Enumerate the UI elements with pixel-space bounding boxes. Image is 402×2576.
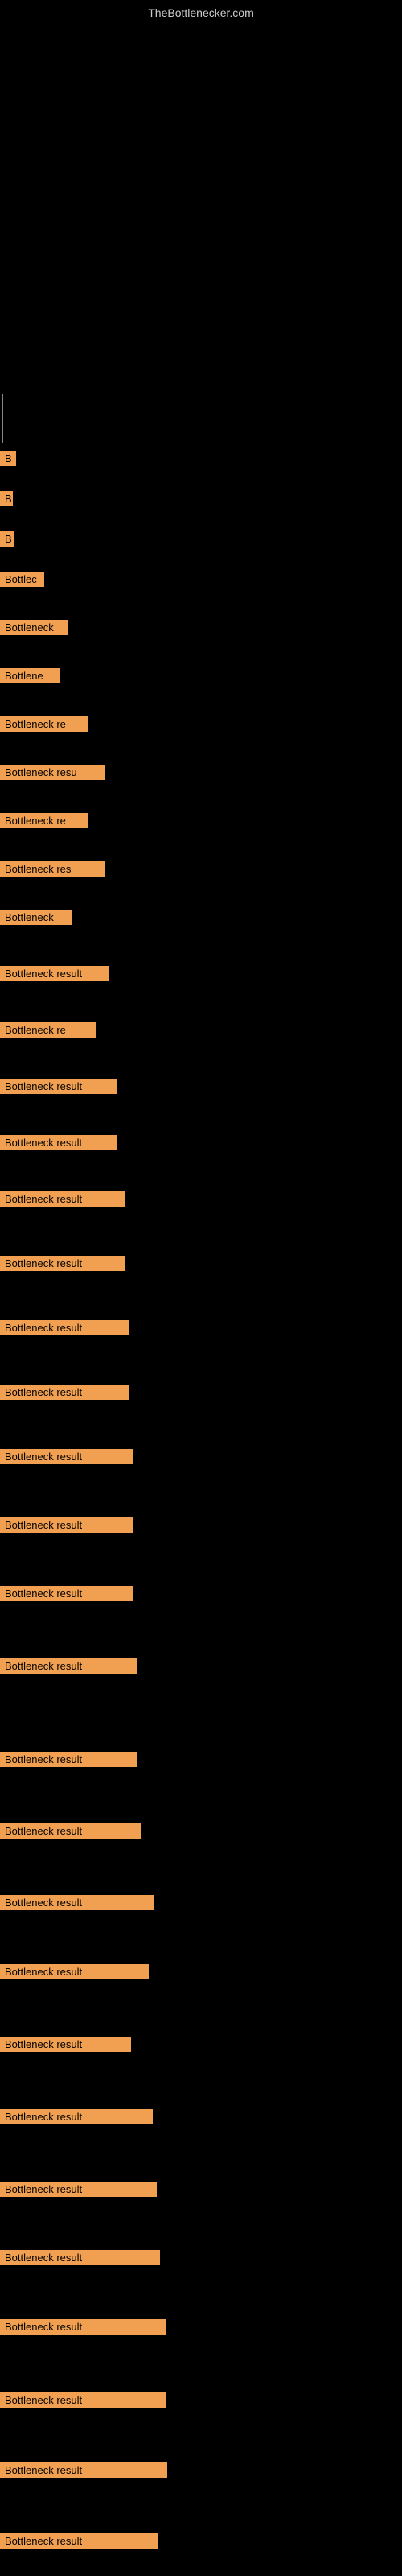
bottleneck-result-item: Bottleneck result [0,1256,125,1271]
bottleneck-result-item: Bottleneck result [0,1449,133,1464]
bottleneck-result-item: Bottlene [0,668,60,683]
bottleneck-result-item: Bottleneck result [0,2037,131,2052]
bottleneck-result-item: Bottleneck result [0,1658,137,1674]
bottleneck-result-item: Bottlec [0,572,44,587]
bottleneck-result-item: Bottleneck [0,910,72,925]
bottleneck-result-item: Bottleneck result [0,1823,141,1839]
bottleneck-result-item: Bottleneck result [0,2182,157,2197]
bottleneck-result-item: Bottleneck re [0,716,88,732]
bottleneck-result-item: B [0,491,13,506]
bottleneck-result-item: Bottleneck res [0,861,105,877]
bottleneck-result-item: Bottleneck result [0,2533,158,2549]
bottleneck-result-item: Bottleneck result [0,1191,125,1207]
bottleneck-result-item: Bottleneck result [0,1752,137,1767]
bottleneck-result-item: B [0,451,16,466]
bottleneck-result-item: Bottleneck result [0,2462,167,2478]
bottleneck-result-item: Bottleneck result [0,1079,117,1094]
bottleneck-result-item: Bottleneck result [0,2109,153,2124]
bottleneck-result-item: Bottleneck [0,620,68,635]
bottleneck-result-item: Bottleneck result [0,1517,133,1533]
bottleneck-result-item: Bottleneck re [0,813,88,828]
site-title: TheBottlenecker.com [148,6,254,19]
bottleneck-result-item: Bottleneck result [0,2250,160,2265]
bottleneck-result-item: Bottleneck result [0,966,109,981]
bottleneck-result-item: Bottleneck re [0,1022,96,1038]
vertical-line [2,394,3,443]
bottleneck-result-item: Bottleneck result [0,1135,117,1150]
bottleneck-result-item: Bottleneck result [0,1586,133,1601]
bottleneck-result-item: Bottleneck result [0,1895,154,1910]
bottleneck-result-item: Bottleneck result [0,2319,166,2334]
bottleneck-result-item: Bottleneck result [0,1964,149,1979]
bottleneck-result-item: Bottleneck result [0,2392,166,2408]
bottleneck-result-item: Bottleneck result [0,1320,129,1335]
bottleneck-result-item: Bottleneck result [0,1385,129,1400]
bottleneck-result-item: Bottleneck resu [0,765,105,780]
bottleneck-result-item: B [0,531,14,547]
